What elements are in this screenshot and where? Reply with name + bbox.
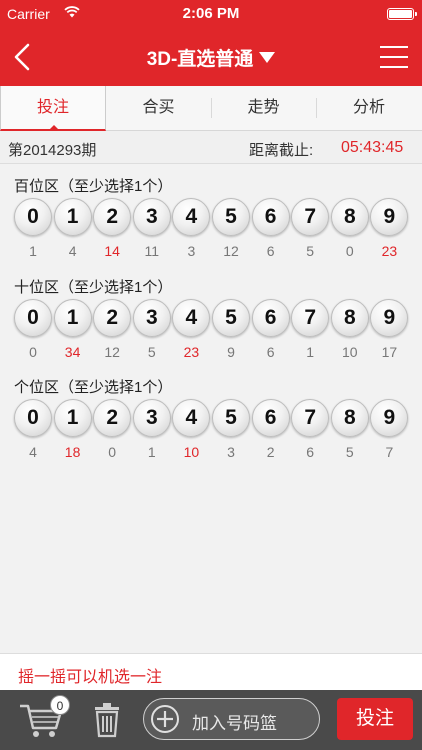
omission-count: 1 [306, 344, 315, 360]
zone-title: 百位区（至少选择1个） [14, 178, 173, 195]
zone-title: 十位区（至少选择1个） [14, 279, 173, 296]
number-ball[interactable]: 0 [14, 399, 52, 437]
number-ball[interactable]: 2 [93, 399, 132, 437]
page-title: 3D-直选普通 [146, 49, 254, 70]
number-ball[interactable]: 2 [93, 198, 132, 236]
omission-count: 11 [144, 243, 160, 259]
number-ball[interactable]: 9 [370, 198, 409, 236]
omission-count: 6 [266, 243, 275, 259]
cart-count-badge: 0 [50, 695, 70, 715]
ball-row: 0123456789 [14, 299, 414, 339]
number-ball[interactable]: 3 [132, 299, 171, 337]
omission-count: 6 [306, 444, 315, 460]
omission-count: 7 [385, 444, 394, 460]
ball-row: 0123456789 [14, 399, 414, 439]
shake-hint: 摇一摇可以机选一注 [18, 669, 163, 686]
dropdown-triangle-icon [259, 52, 276, 63]
number-ball[interactable]: 7 [291, 198, 330, 236]
number-ball[interactable]: 8 [330, 399, 369, 437]
add-to-basket-label: 加入号码篮 [192, 714, 277, 733]
number-ball[interactable]: 1 [53, 399, 92, 437]
number-ball[interactable]: 5 [212, 299, 250, 337]
number-ball[interactable]: 1 [53, 299, 92, 337]
omission-count: 18 [64, 444, 81, 460]
menu-icon[interactable] [380, 46, 408, 68]
omission-count: 1 [147, 444, 156, 460]
omission-count: 34 [64, 344, 81, 360]
omission-count: 5 [345, 444, 354, 460]
number-ball[interactable]: 6 [251, 399, 290, 437]
number-ball[interactable]: 5 [212, 198, 250, 236]
count-row: 4 18 0 1 10 3 2 6 5 7 [14, 444, 414, 462]
number-ball[interactable]: 8 [330, 299, 369, 337]
number-ball[interactable]: 4 [172, 299, 211, 337]
omission-count: 12 [104, 344, 120, 360]
number-ball[interactable]: 3 [132, 198, 171, 236]
omission-count: 6 [266, 344, 275, 360]
zone-title: 个位区（至少选择1个） [14, 379, 173, 396]
plus-circle-icon [151, 705, 179, 733]
app-header: Carrier 2:06 PM 3D-直选普通 [0, 0, 422, 86]
omission-count: 0 [29, 344, 37, 360]
shake-hint-bar: 摇一摇可以机选一注 [0, 653, 422, 690]
omission-count: 23 [381, 243, 398, 259]
omission-count: 23 [183, 344, 200, 360]
bet-button[interactable]: 投注 [337, 698, 413, 740]
number-ball[interactable]: 7 [291, 399, 330, 437]
omission-count: 5 [306, 243, 315, 259]
omission-count: 3 [227, 444, 235, 460]
number-ball[interactable]: 0 [14, 198, 52, 236]
battery-icon [387, 8, 417, 20]
back-arrow-icon[interactable] [10, 42, 34, 72]
number-ball[interactable]: 4 [172, 399, 211, 437]
tab-bar: 投注 合买 走势 分析 [0, 86, 422, 131]
omission-count: 10 [342, 344, 358, 360]
omission-count: 17 [381, 344, 398, 360]
tab-analysis[interactable]: 分析 [316, 86, 422, 130]
number-ball[interactable]: 4 [172, 198, 211, 236]
number-ball[interactable]: 2 [93, 299, 132, 337]
omission-count: 1 [29, 243, 37, 259]
deadline-countdown: 05:43:45 [341, 139, 404, 156]
issue-bar: 第2014293期 距离截止: 05:43:45 [0, 131, 422, 164]
omission-count: 10 [183, 444, 200, 460]
omission-count: 4 [68, 243, 77, 259]
number-ball[interactable]: 6 [251, 198, 290, 236]
tab-trend[interactable]: 走势 [211, 86, 316, 130]
status-bar: Carrier 2:06 PM [0, 0, 422, 30]
trash-icon[interactable] [92, 702, 122, 738]
number-ball[interactable]: 5 [212, 399, 250, 437]
omission-count: 0 [108, 444, 117, 460]
count-row: 0 34 12 5 23 9 6 1 10 17 [14, 344, 414, 362]
tens-zone: 十位区（至少选择1个） 0123456789 0 34 12 5 23 9 6 1 10 17 [0, 276, 422, 376]
omission-count: 5 [147, 344, 156, 360]
number-ball[interactable]: 1 [53, 198, 92, 236]
units-zone: 个位区（至少选择1个） 0123456789 4 18 0 1 10 3 2 6 5 7 [0, 376, 422, 476]
ball-row: 0123456789 [14, 198, 414, 238]
omission-count: 0 [345, 243, 354, 259]
omission-count: 3 [187, 243, 196, 259]
hundreds-zone: 百位区（至少选择1个） 0123456789 1 4 14 11 3 12 6 5 0 23 [0, 175, 422, 275]
add-to-basket-button[interactable]: 加入号码篮 [143, 698, 320, 740]
deadline-label: 距离截止: [249, 142, 314, 159]
number-ball[interactable]: 8 [330, 198, 369, 236]
number-ball[interactable]: 9 [370, 399, 409, 437]
omission-count: 4 [29, 444, 37, 460]
number-ball[interactable]: 9 [370, 299, 409, 337]
issue-number: 第2014293期 [8, 142, 97, 159]
tab-group-buy[interactable]: 合买 [106, 86, 211, 130]
omission-count: 14 [104, 243, 120, 259]
number-ball[interactable]: 3 [132, 399, 171, 437]
omission-count: 9 [227, 344, 235, 360]
count-row: 1 4 14 11 3 12 6 5 0 23 [14, 243, 414, 261]
omission-count: 2 [266, 444, 275, 460]
number-ball[interactable]: 0 [14, 299, 52, 337]
clock: 2:06 PM [182, 5, 240, 22]
omission-count: 12 [223, 243, 239, 259]
number-ball[interactable]: 7 [291, 299, 330, 337]
page-title-dropdown[interactable]: 3D-直选普通 [100, 44, 322, 71]
bottom-bar: 0 加入号码篮 投注 [0, 690, 422, 750]
number-ball[interactable]: 6 [251, 299, 290, 337]
